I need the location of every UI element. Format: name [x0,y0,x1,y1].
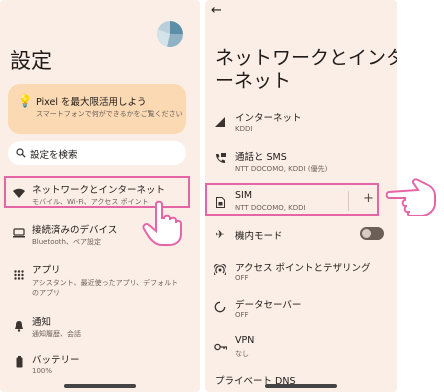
vpn-key-icon [213,340,227,354]
calls-sms-subtitle: NTT DOCOMO, KDDI (優先) [235,165,328,173]
bell-icon [12,319,26,333]
devices-item-subtitle: Bluetooth、ペア設定 [32,238,101,246]
page-title-line2: ーネット [215,70,292,92]
hotspot-title: アクセス ポイントとテザリング [235,263,371,274]
network-item-sim[interactable]: SIM NTT DOCOMO, KDDI [205,183,379,216]
page-title: 設定 [10,49,52,73]
sim-card-icon [213,195,227,209]
home-indicator[interactable] [265,384,337,388]
apps-item-subtitle: アシスタント、最近使ったアプリ、デフォルトのアプリ [32,279,179,297]
wifi-icon [12,186,26,200]
network-item-title: ネットワークとインターネット [32,185,166,196]
home-indicator[interactable] [64,384,136,388]
sim-title: SIM [235,190,253,201]
notifications-item-subtitle: 通知履歴、会話 [32,330,81,338]
data-saver-title: データセーバー [235,300,302,311]
internet-subtitle: KDDI [235,125,253,133]
network-item-hotspot[interactable]: アクセス ポイントとテザリング OFF [205,257,397,287]
airplane-mode-toggle[interactable] [360,227,384,240]
data-saver-icon [213,300,227,314]
search-icon [14,146,28,160]
settings-item-apps[interactable]: アプリ アシスタント、最近使ったアプリ、デフォルトのアプリ [0,258,200,298]
hotspot-icon [213,263,227,277]
network-item-calls-sms[interactable]: 通話と SMS NTT DOCOMO, KDDI (優先) [205,145,397,175]
pixel-card-subtitle: スマートフォンで何ができるかをご覧ください [36,110,183,118]
network-item-data-saver[interactable]: データセーバー OFF [205,294,397,324]
pointing-hand-icon [385,178,436,216]
notifications-item-title: 通知 [32,317,52,328]
settings-item-notifications[interactable]: 通知 通知履歴、会話 [0,312,200,342]
battery-icon [12,355,26,369]
devices-item-title: 接続済みのデバイス [32,225,118,236]
battery-item-title: バッテリー [32,355,80,366]
sim-divider [348,191,349,211]
internet-title: インターネット [235,113,302,124]
battery-item-subtitle: 100% [32,367,53,375]
network-item-internet[interactable]: インターネット KDDI [205,108,397,138]
pixel-tips-card[interactable]: 💡 Pixel を最大限活用しよう スマートフォンで何ができるかをご覧ください [8,84,186,134]
pointing-hand-icon [142,200,182,246]
pixel-card-title: Pixel を最大限活用しよう [36,97,147,108]
search-placeholder: 設定を検索 [30,150,78,161]
avatar[interactable] [157,21,183,47]
sim-subtitle: NTT DOCOMO, KDDI [235,204,306,212]
search-bar[interactable]: 設定を検索 [8,141,186,165]
settings-item-battery[interactable]: バッテリー 100% [0,350,200,380]
airplane-icon: ✈ [215,227,225,241]
data-saver-subtitle: OFF [235,311,249,319]
vpn-title: VPN [235,335,255,346]
signal-icon [213,115,227,129]
lightbulb-icon: 💡 [17,94,33,108]
back-arrow-icon[interactable]: ← [211,3,222,18]
add-sim-button[interactable]: + [363,191,374,206]
hotspot-subtitle: OFF [235,274,249,282]
network-item-subtitle: モバイル、Wi-Fi、アクセス ポイント [32,198,149,206]
devices-icon [12,226,26,240]
settings-screen: 設定 💡 Pixel を最大限活用しよう スマートフォンで何ができるかをご覧くだ… [0,0,200,392]
apps-grid-icon [12,268,26,282]
phone-sms-icon [213,151,227,165]
toggle-knob [362,229,371,238]
vpn-subtitle: なし [235,350,249,358]
screenshot: 設定 💡 Pixel を最大限活用しよう スマートフォンで何ができるかをご覧くだ… [0,0,444,392]
airplane-title: 機内モード [235,231,283,242]
apps-item-title: アプリ [32,265,61,276]
network-internet-screen: ← ネットワークとインタ ーネット インターネット KDDI 通話と SMS N… [205,0,397,392]
network-item-vpn[interactable]: VPN なし [205,333,397,363]
calls-sms-title: 通話と SMS [235,152,287,163]
